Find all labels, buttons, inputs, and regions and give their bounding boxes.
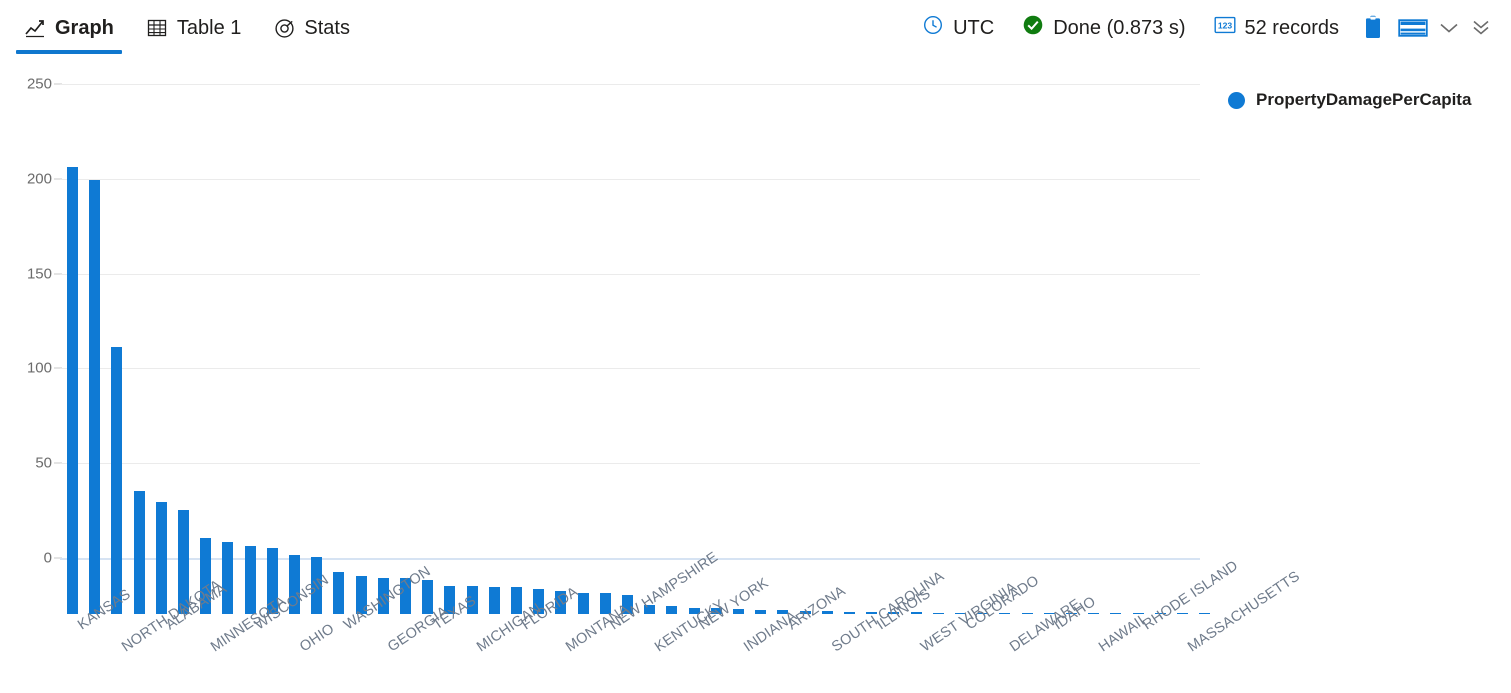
bar[interactable] [1110, 612, 1122, 614]
bar[interactable] [155, 502, 167, 614]
tab-stats-label: Stats [304, 16, 350, 39]
x-axis-tick-label: OHIO [296, 620, 337, 656]
tab-stats[interactable]: Stats [257, 0, 366, 56]
y-axis-tick-label: 250 [26, 75, 52, 93]
bar[interactable] [244, 545, 256, 614]
bar[interactable] [755, 609, 767, 614]
bar[interactable] [1199, 612, 1211, 614]
bar[interactable] [1021, 612, 1033, 614]
bar[interactable] [422, 579, 434, 614]
y-axis-tick-label: 200 [26, 170, 52, 188]
clipboard-icon[interactable] [1353, 0, 1393, 56]
bar-series [60, 56, 1211, 616]
clock-icon [922, 14, 944, 42]
svg-text:123: 123 [1217, 21, 1232, 31]
donut-chart-icon [273, 17, 295, 39]
result-toolbar: Graph Table 1 Stats UTC Done (0.873 s) 1… [0, 0, 1511, 56]
numeric-123-icon: 123 [1214, 16, 1236, 40]
bar[interactable] [488, 587, 500, 614]
chart-legend: PropertyDamagePerCapita [1228, 90, 1471, 110]
bar[interactable] [844, 611, 855, 614]
success-check-icon [1022, 14, 1044, 42]
line-chart-icon [24, 17, 46, 39]
timezone-indicator[interactable]: UTC [908, 0, 1008, 56]
timezone-label: UTC [953, 16, 995, 39]
tab-table-1-label: Table 1 [176, 16, 242, 39]
table-icon [146, 17, 168, 39]
bar-chart: 0 50 100 150 200 250 KANSAS NORTH DAKOTA ALABAM… [0, 56, 1511, 693]
y-axis-tick-label: 100 [26, 359, 52, 377]
query-result-panel: Graph Table 1 Stats UTC Done (0.873 s) 1… [0, 0, 1511, 693]
tab-table-1[interactable]: Table 1 [130, 0, 258, 56]
tab-graph-label: Graph [55, 16, 114, 39]
record-count: 123 52 records [1200, 0, 1354, 56]
status-bar: UTC Done (0.873 s) 123 52 records [908, 0, 1511, 56]
record-count-label: 52 records [1244, 16, 1340, 39]
bar[interactable] [222, 541, 234, 614]
bar[interactable] [89, 179, 101, 614]
legend-entry-label[interactable]: PropertyDamagePerCapita [1256, 90, 1471, 110]
bar[interactable] [333, 572, 345, 614]
x-axis: KANSAS NORTH DAKOTA ALABAMA MINNESOTA WISCON… [60, 549, 1303, 693]
bar[interactable] [133, 490, 145, 614]
legend-color-swatch [1228, 91, 1245, 109]
y-axis-tick-label: 150 [26, 265, 52, 283]
query-status-label: Done (0.873 s) [1053, 16, 1186, 39]
y-axis-tick-label: 50 [35, 454, 52, 472]
result-tabs: Graph Table 1 Stats [0, 0, 366, 56]
y-axis: 0 50 100 150 200 250 [0, 56, 62, 616]
bar[interactable] [932, 612, 944, 614]
bar[interactable] [666, 606, 678, 614]
bar[interactable] [111, 346, 123, 614]
double-chevron-down-icon[interactable] [1465, 0, 1497, 56]
tab-graph[interactable]: Graph [8, 0, 130, 56]
query-status: Done (0.873 s) [1008, 0, 1199, 56]
chevron-down-icon[interactable] [1433, 0, 1465, 56]
plot-area [60, 56, 1211, 616]
y-axis-tick-label: 0 [43, 549, 52, 567]
bar[interactable] [67, 166, 78, 614]
table-layout-icon[interactable] [1393, 0, 1433, 56]
